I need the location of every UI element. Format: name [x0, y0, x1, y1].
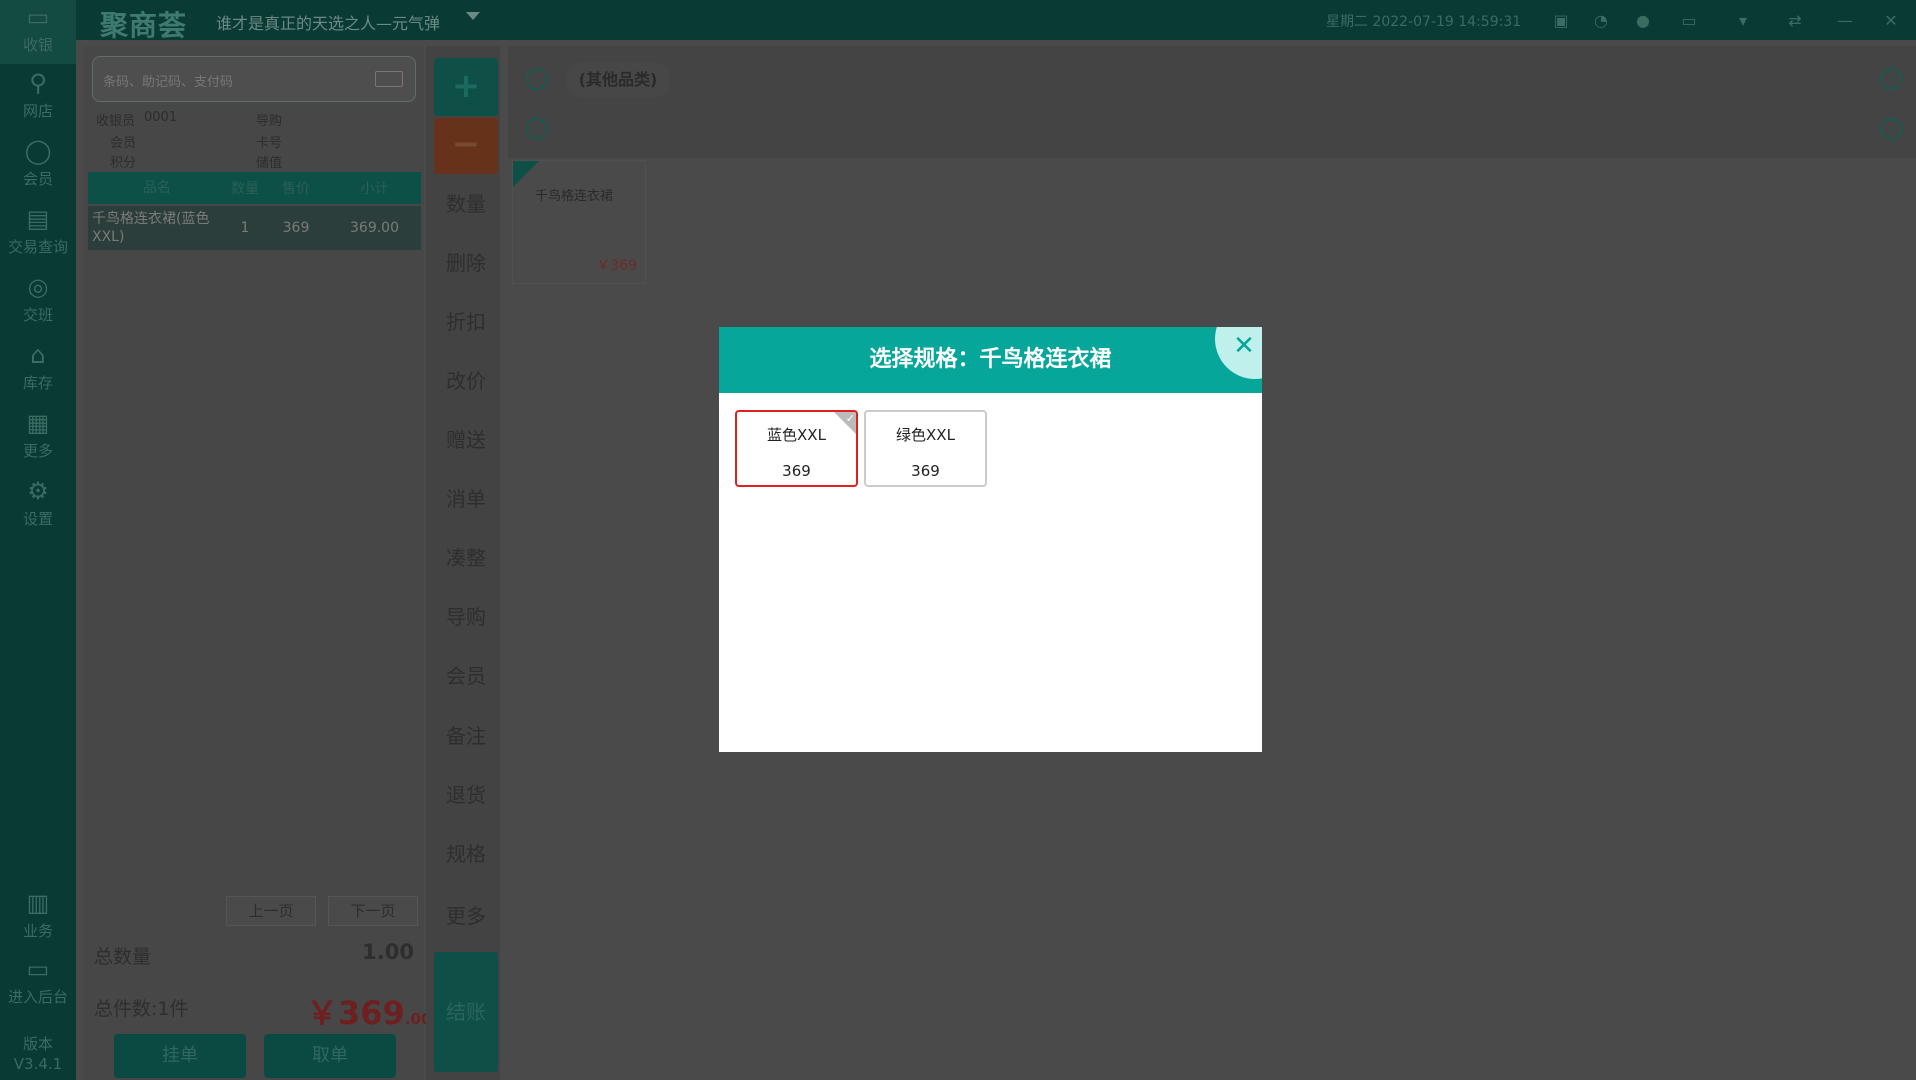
close-window-icon[interactable]: ✕ [1880, 9, 1902, 31]
points-label: 积分 [110, 156, 137, 171]
total-price: ￥369.00 [306, 994, 432, 1032]
sidebar-item-cashier[interactable]: ▭ 收银 [0, 0, 76, 64]
monitor-icon: ▭ [26, 955, 50, 983]
sidebar-item-inventory[interactable]: ⌂ 库存 [0, 338, 76, 402]
total-qty-label: 总数量 [94, 946, 152, 968]
monitor-icon: ▭ [26, 3, 50, 31]
checkout-button[interactable]: 结账 [434, 952, 498, 1072]
func-quantity-button[interactable]: 数量 [434, 178, 498, 230]
wifi-icon[interactable]: ◔ [1590, 9, 1612, 31]
func-more-button[interactable]: 更多 [434, 890, 498, 942]
top-bar: 聚商荟 谁才是真正的天选之人—元气弹 星期二 2022-07-19 14:59:… [0, 0, 1916, 42]
sidebar-item-member[interactable]: ◯ 会员 [0, 134, 76, 198]
close-icon[interactable]: ✕ [1231, 333, 1257, 359]
total-items-label: 总件数:1件 [94, 998, 189, 1020]
brand-logo: 聚商荟 [100, 9, 188, 42]
func-round-button[interactable]: 凑整 [434, 532, 498, 584]
bike-icon: ⚲ [29, 69, 47, 97]
func-discount-button[interactable]: 折扣 [434, 296, 498, 348]
message-icon[interactable]: ▭ [1678, 9, 1700, 31]
user-icon: ◯ [24, 137, 52, 165]
shirt-icon[interactable]: ▾ [1732, 9, 1754, 31]
func-change-price-button[interactable]: 改价 [434, 355, 498, 407]
member-label: 会员 [110, 136, 137, 151]
sidebar: ▭ 收银 ⚲ 网店 ◯ 会员 ▤ 交易查询 ◎ 交班 ⌂ 库存 ▦ 更多 ⚙ 设… [0, 0, 76, 1080]
datetime-display: 星期二 2022-07-19 14:59:31 [1326, 14, 1522, 30]
home-icon: ⌂ [30, 341, 46, 369]
guide-label: 导购 [256, 114, 283, 129]
minimize-icon[interactable]: — [1834, 9, 1856, 31]
func-delete-button[interactable]: 删除 [434, 237, 498, 289]
network-status-icon[interactable]: ● [1632, 9, 1654, 31]
product-card[interactable]: 千鸟格连衣裙 ￥369 [512, 160, 646, 284]
keyboard-icon[interactable] [375, 71, 403, 87]
spec-option-blue-xxl[interactable]: 蓝色XXL 369 ✓ [735, 410, 858, 487]
category-tab[interactable]: (其他品类) [566, 62, 670, 98]
spec-dialog: 选择规格：千鸟格连衣裙 ✕ 蓝色XXL 369 ✓ 绿色XXL 369 [719, 327, 1262, 752]
minus-button[interactable]: − [434, 118, 498, 174]
chevron-right-icon[interactable]: › [1880, 68, 1902, 90]
func-note-button[interactable]: 备注 [434, 710, 498, 762]
dialog-title: 选择规格：千鸟格连衣裙 [869, 347, 1112, 372]
next-page-button[interactable]: 下一页 [328, 896, 418, 926]
plus-button[interactable]: + [434, 58, 498, 116]
cashier-value: 0001 [144, 110, 178, 125]
func-member-button[interactable]: 会员 [434, 650, 498, 702]
total-qty-value: 1.00 [362, 940, 414, 964]
func-return-button[interactable]: 退货 [434, 769, 498, 821]
balance-label: 储值 [256, 156, 283, 171]
sidebar-item-settings[interactable]: ⚙ 设置 [0, 474, 76, 538]
prev-page-button[interactable]: 上一页 [226, 896, 316, 926]
func-gift-button[interactable]: 赠送 [434, 414, 498, 466]
func-cancel-order-button[interactable]: 消单 [434, 473, 498, 525]
spec-option-green-xxl[interactable]: 绿色XXL 369 [864, 410, 987, 487]
slogan-dropdown[interactable]: 谁才是真正的天选之人—元气弹 [216, 10, 440, 34]
switch-icon[interactable]: ⇄ [1784, 9, 1806, 31]
book-icon: ▥ [26, 889, 50, 917]
handover-icon: ◎ [27, 273, 49, 301]
sidebar-item-handover[interactable]: ◎ 交班 [0, 270, 76, 334]
table-row[interactable]: 千鸟格连衣裙(蓝色XXL) 1 369 369.00 [88, 206, 421, 250]
order-table-header: 品名 数量 售价 小计 [88, 172, 421, 204]
chevron-down-icon[interactable] [466, 12, 480, 20]
func-guide-button[interactable]: 导购 [434, 591, 498, 643]
category-bar [508, 46, 1916, 158]
chevron-right-icon[interactable]: › [1880, 118, 1902, 140]
chevron-left-icon[interactable]: ‹ [526, 118, 548, 140]
dialog-header: 选择规格：千鸟格连衣裙 ✕ [719, 327, 1262, 393]
chevron-left-icon[interactable]: ‹ [526, 68, 548, 90]
sidebar-item-transactions[interactable]: ▤ 交易查询 [0, 202, 76, 266]
gear-icon: ⚙ [27, 477, 49, 505]
sidebar-item-backend[interactable]: ▭ 进入后台 [0, 952, 76, 1016]
sidebar-item-more[interactable]: ▦ 更多 [0, 406, 76, 470]
hold-order-button[interactable]: 挂单 [114, 1034, 246, 1078]
func-spec-button[interactable]: 规格 [434, 828, 498, 880]
sidebar-item-online-store[interactable]: ⚲ 网店 [0, 66, 76, 130]
sidebar-item-business[interactable]: ▥ 业务 [0, 886, 76, 950]
card-label: 卡号 [256, 136, 283, 151]
version-info: 版本 V3.4.1 [13, 1035, 63, 1073]
document-icon: ▤ [26, 205, 50, 233]
search-input[interactable]: 条码、助记码、支付码 [92, 56, 416, 102]
check-icon: ✓ [845, 412, 855, 425]
cashier-label: 收银员 [96, 114, 136, 129]
printer-status-icon[interactable]: ▣ [1550, 9, 1572, 31]
retrieve-order-button[interactable]: 取单 [264, 1034, 396, 1078]
new-badge [513, 161, 539, 187]
grid-icon: ▦ [26, 409, 50, 437]
